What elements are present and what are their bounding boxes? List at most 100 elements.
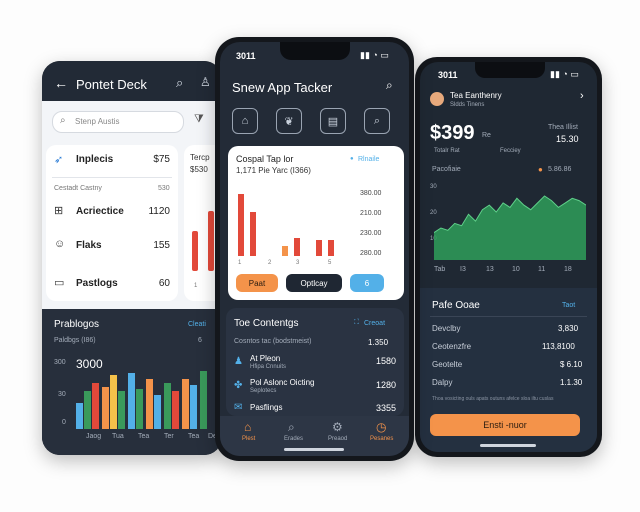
ytick: 30: [58, 391, 66, 398]
ytick: 380.00: [360, 190, 382, 197]
xlabel: Tea: [138, 433, 150, 440]
right-phone: 3011 ▮▮ ◔ ▭ Tea Eanthenry Sldds Tinens ›…: [415, 57, 602, 457]
peek-value: $530: [190, 165, 208, 174]
note-text: Thoa vosicting ouls apats outuns afelce …: [432, 396, 554, 402]
search-icon[interactable]: ⌕: [386, 78, 393, 93]
xlabel: Ter: [164, 433, 174, 440]
middle-time: 3011: [236, 51, 256, 61]
ytick: 280.00: [360, 250, 382, 257]
filter-icon[interactable]: ⧩: [194, 113, 204, 126]
contents-sub: Cosntos tac (bodstmeist): [234, 338, 312, 345]
table-divider: [430, 316, 587, 317]
table-row-label: Dalpy: [432, 378, 453, 387]
user-avatar[interactable]: [430, 92, 444, 106]
list-row-1[interactable]: ⊞ Acriectice 1120: [46, 201, 178, 223]
search-icon[interactable]: ⌕: [176, 75, 183, 91]
ytick: 300: [54, 359, 66, 366]
contents-row-0[interactable]: ♟ At Pleon Hfipa Cnnuits 1580: [232, 354, 398, 374]
list-row-2[interactable]: ☺ Flaks 155: [46, 235, 178, 257]
search-bar-icon: ⌕: [60, 115, 66, 126]
card-bar-chart: [238, 194, 334, 256]
nav-label: Pesanes: [370, 436, 394, 442]
bottom-bar-chart: [76, 371, 207, 429]
contents-link[interactable]: Creoat: [364, 320, 385, 327]
bar: [282, 246, 288, 256]
document-icon[interactable]: ▤: [320, 108, 346, 134]
nav-item-2[interactable]: ⚙ Preaod: [322, 420, 358, 448]
user-icon[interactable]: ♙: [200, 75, 211, 89]
section-label: Cestadt Castny: [54, 185, 102, 192]
back-icon[interactable]: ←: [54, 75, 68, 91]
clock-icon: ◷: [376, 420, 387, 434]
left-phone: ← Pontet Deck ⌕ ♙ ⌕ Stenp Austis ⧩ ➶ Inp…: [42, 61, 222, 455]
area-chart: [434, 195, 586, 260]
list-label: Acriectice: [76, 206, 124, 217]
list-value: 1120: [148, 206, 170, 217]
amount: $399: [430, 122, 475, 144]
right-screen: 3011 ▮▮ ◔ ▭ Tea Eanthenry Sldds Tinens ›…: [420, 62, 597, 452]
row-label: At Pleon: [250, 354, 281, 363]
list-row-3[interactable]: ▭ Pastlogs 60: [46, 273, 178, 295]
grid-icon: ⊞: [54, 205, 64, 217]
xlabel: 5: [328, 260, 332, 266]
nav-item-0[interactable]: ⌂ Plest: [234, 420, 270, 448]
list-value: 155: [153, 240, 170, 251]
table-row-value: $ 6.10: [560, 360, 583, 369]
contents-row-2[interactable]: ✉ Pasflings 3355: [232, 402, 398, 416]
bar: [328, 240, 334, 256]
table-link[interactable]: Taot: [562, 302, 575, 309]
card-link-dot: ●: [350, 156, 354, 162]
row-sub: Seplotecs: [250, 388, 277, 394]
bar: [238, 194, 244, 256]
mail-icon: ✉: [234, 402, 243, 413]
home-icon[interactable]: ⌂: [232, 108, 258, 134]
list-value: $75: [153, 154, 170, 165]
side-label: Thea Illist: [548, 124, 578, 131]
cta-button[interactable]: Ensti ‑nuor: [430, 414, 580, 436]
contents-row-1[interactable]: ✤ Pol Aslonc Oicting Seplotecs 1280: [232, 378, 398, 398]
card-link[interactable]: Rlnaile: [358, 156, 379, 163]
bar: [136, 389, 143, 429]
xlabel: 11: [538, 266, 546, 273]
peek-bar: [192, 231, 198, 271]
bottom-chart-sub: Paldbgs (I86): [54, 337, 96, 344]
xlabel: 13: [486, 266, 494, 273]
card-button-tertiary[interactable]: 6: [350, 274, 384, 292]
bottom-chart-title: Prablogos: [54, 319, 100, 330]
right-time: 3011: [438, 70, 458, 80]
leaf-icon[interactable]: ❦: [276, 108, 302, 134]
card-subtitle: 1,171 Pie Yarc (I366): [236, 166, 311, 175]
list-label: Pastlogs: [76, 278, 118, 289]
left-screen: ← Pontet Deck ⌕ ♙ ⌕ Stenp Austis ⧩ ➶ Inp…: [42, 61, 222, 455]
list-label: Inplecis: [76, 154, 114, 165]
search-bar[interactable]: ⌕ Stenp Austis: [52, 111, 184, 133]
bar: [84, 391, 91, 429]
peek-xlabel: 1: [194, 283, 198, 289]
card-button-secondary[interactable]: Optlcay: [286, 274, 342, 292]
bar: [294, 238, 300, 256]
bar: [110, 375, 117, 429]
nav-label: Plest: [242, 436, 256, 442]
search-box-icon[interactable]: ⌕: [364, 108, 390, 134]
rocket-icon: ➶: [54, 154, 64, 166]
bar: [146, 379, 153, 429]
xlabel: 2: [268, 260, 272, 266]
list-label: Flaks: [76, 240, 102, 251]
bar: [250, 212, 256, 256]
card-button-primary[interactable]: Paat: [236, 274, 278, 292]
bottom-chart-sub-val: 6: [198, 337, 202, 344]
middle-notch: [280, 42, 350, 60]
nav-item-1[interactable]: ⌕ Erades: [278, 420, 314, 448]
bar: [76, 403, 83, 429]
person-icon: ♟: [234, 356, 243, 367]
bottom-chart-link[interactable]: Cleati: [188, 321, 206, 328]
nav-item-3[interactable]: ◷ Pesanes: [366, 420, 402, 448]
bar: [316, 240, 322, 256]
bar: [182, 379, 189, 429]
chevron-right-icon[interactable]: ›: [580, 90, 584, 102]
xlabel: Tea: [188, 433, 200, 440]
side-value: 15.30: [556, 134, 579, 144]
list-row-0[interactable]: ➶ Inplecis $75: [46, 149, 178, 171]
home-icon: ⌂: [244, 420, 252, 434]
xlabel: 1: [238, 260, 242, 266]
